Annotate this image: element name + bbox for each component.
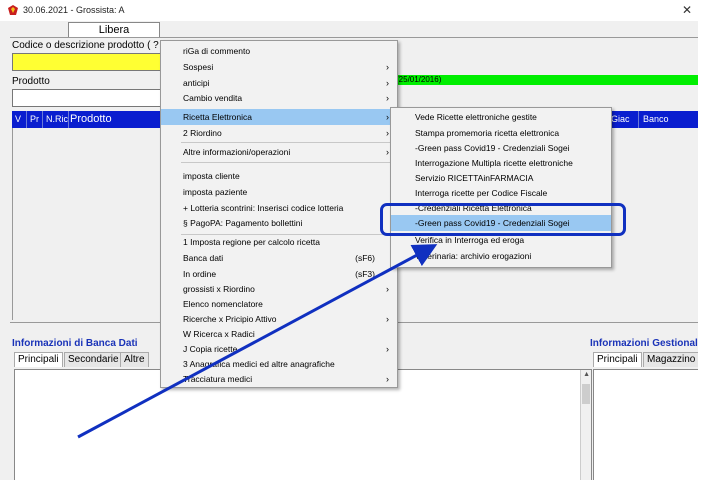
page-edge-right	[698, 0, 710, 489]
annotation-arrow	[77, 244, 438, 439]
page-edge-bottom	[0, 480, 710, 489]
